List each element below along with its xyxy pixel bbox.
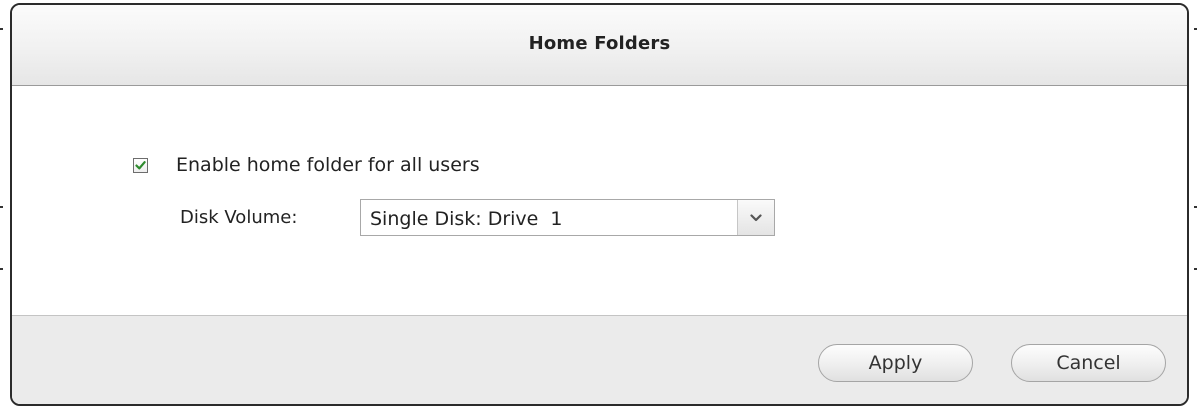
enable-home-folder-label[interactable]: Enable home folder for all users bbox=[176, 154, 480, 176]
backdrop-edge-left-mid bbox=[0, 206, 3, 208]
disk-volume-select[interactable]: Single Disk: Drive 1 bbox=[360, 199, 775, 236]
chevron-down-icon bbox=[750, 213, 762, 221]
backdrop-edge-left-bottom bbox=[0, 268, 3, 270]
disk-volume-value: Single Disk: Drive 1 bbox=[370, 208, 563, 230]
disk-volume-row: Disk Volume: Single Disk: Drive 1 bbox=[180, 199, 775, 236]
home-folders-dialog: Home Folders Enable home folder for all … bbox=[10, 3, 1189, 406]
check-icon bbox=[135, 160, 146, 169]
dialog-title: Home Folders bbox=[528, 32, 671, 54]
disk-volume-dropdown-button[interactable] bbox=[737, 200, 774, 235]
dialog-titlebar[interactable]: Home Folders bbox=[12, 5, 1187, 86]
dialog-footer: Apply Cancel bbox=[12, 315, 1187, 404]
enable-home-folder-checkbox[interactable] bbox=[133, 157, 148, 173]
dialog-body: Enable home folder for all users Disk Vo… bbox=[12, 86, 1187, 315]
apply-button[interactable]: Apply bbox=[818, 344, 973, 382]
backdrop-edge-left-top bbox=[0, 28, 3, 30]
enable-home-folder-row[interactable]: Enable home folder for all users bbox=[133, 154, 480, 176]
disk-volume-label: Disk Volume: bbox=[180, 207, 298, 228]
cancel-button[interactable]: Cancel bbox=[1011, 344, 1166, 382]
